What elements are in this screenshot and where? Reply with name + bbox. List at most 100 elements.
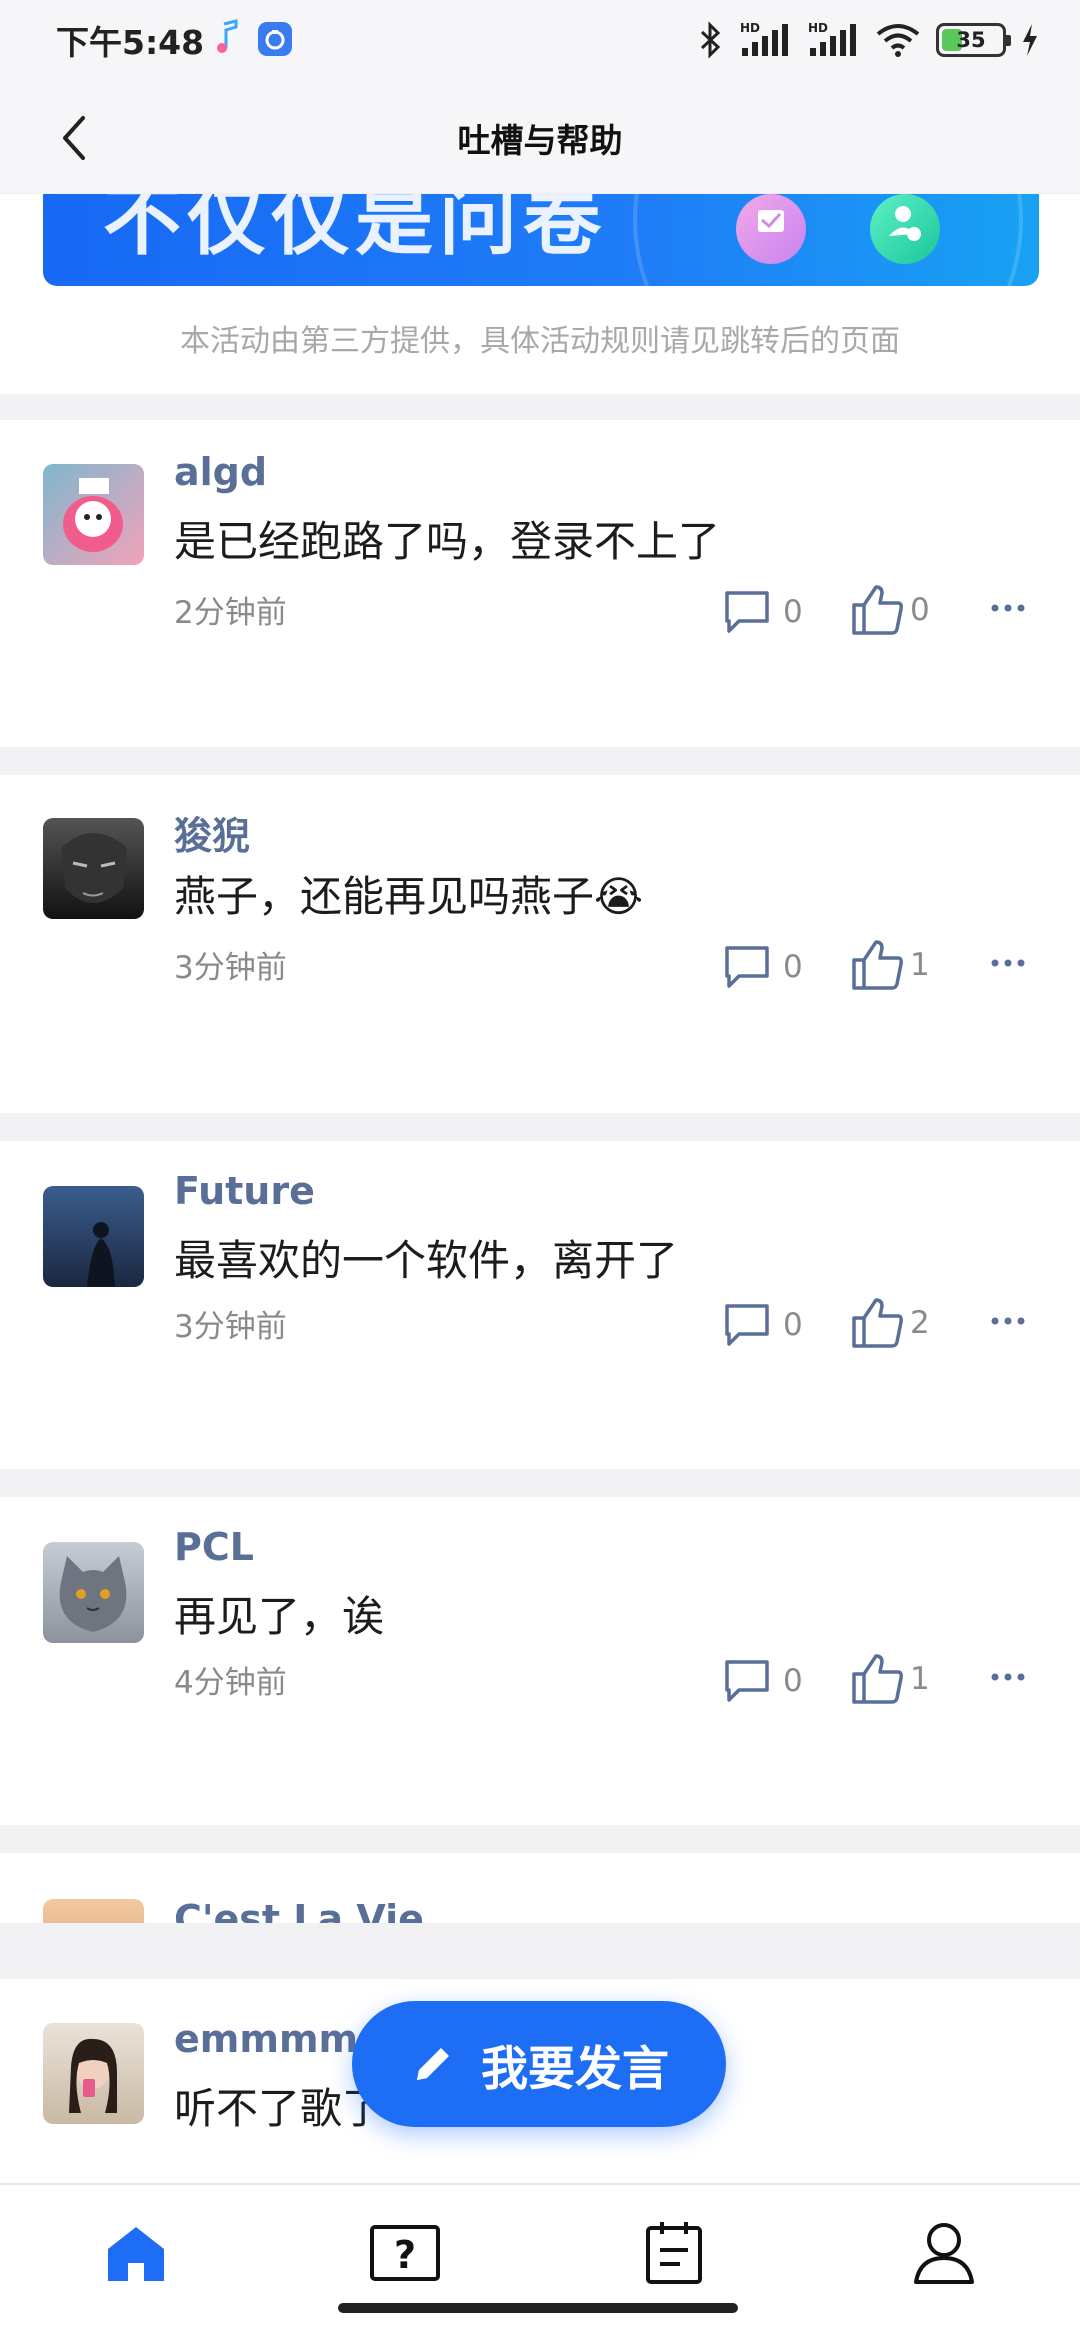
nav-help[interactable]: ? (365, 2213, 445, 2293)
battery-level: 35 (956, 28, 986, 52)
comment-icon (725, 946, 769, 988)
avatar[interactable] (43, 1899, 144, 1923)
nav-home[interactable] (96, 2213, 176, 2293)
post-item[interactable]: C'est La Vie (0, 1853, 1080, 1923)
comment-button[interactable]: 0 (723, 1655, 823, 1707)
music-note-icon (217, 19, 238, 53)
nav-profile[interactable] (904, 2213, 984, 2293)
banner-area: 不仅仅是问卷 本活动由第三方提供，具体活动规则请见跳转后的页面 (0, 194, 1080, 394)
post-content: 燕子，还能再见吗燕子😭 (174, 872, 644, 921)
banner-disclaimer: 本活动由第三方提供，具体活动规则请见跳转后的页面 (180, 324, 900, 359)
thumbs-up-icon (852, 940, 903, 990)
comment-count: 0 (783, 1663, 803, 1699)
section-divider (0, 1923, 1080, 1979)
more-dots-icon (991, 959, 1025, 967)
nav-notes[interactable] (634, 2213, 714, 2293)
post-username[interactable]: 狻猊 (174, 805, 250, 860)
comment-icon (725, 591, 769, 633)
more-options-button[interactable] (985, 1657, 1031, 1697)
more-dots-icon (991, 604, 1025, 612)
post-username[interactable]: emmmm. (174, 2017, 373, 2061)
post-item[interactable]: PCL 再见了，诶 4分钟前 0 1 (0, 1497, 1080, 1825)
svg-text:HD: HD (808, 21, 828, 35)
post-content: 再见了，诶 (174, 1592, 385, 1641)
post-item[interactable]: Future 最喜欢的一个软件，离开了 3分钟前 0 2 (0, 1141, 1080, 1469)
compose-label: 我要发言 (481, 2041, 669, 2097)
comment-count: 0 (783, 949, 803, 985)
comment-button[interactable]: 0 (723, 1299, 823, 1351)
like-count: 0 (910, 592, 930, 628)
comment-button[interactable]: 0 (723, 941, 823, 993)
post-compose-button[interactable]: 我要发言 (352, 2001, 726, 2127)
more-options-button[interactable] (985, 588, 1031, 628)
post-time: 3分钟前 (174, 1309, 287, 1345)
signal-hd-icon: HD (808, 21, 856, 56)
charging-icon (1023, 24, 1037, 56)
bottom-navigation: ? (0, 2183, 1080, 2326)
post-item[interactable]: algd 是已经跑路了吗，登录不上了 2分钟前 0 0 (0, 420, 1080, 747)
post-content: 听不了歌了 (174, 2084, 385, 2133)
promo-banner[interactable]: 不仅仅是问卷 (43, 194, 1039, 286)
post-time: 4分钟前 (174, 1665, 287, 1701)
comment-button[interactable]: 0 (723, 586, 823, 638)
more-dots-icon (991, 1673, 1025, 1681)
thumbs-up-icon (852, 1298, 903, 1348)
comment-count: 0 (783, 594, 803, 630)
thumbs-up-icon (852, 1654, 903, 1704)
post-username[interactable]: algd (174, 450, 267, 494)
section-divider (0, 747, 1080, 775)
section-divider (0, 1469, 1080, 1497)
section-divider (0, 1113, 1080, 1141)
like-count: 1 (910, 1661, 930, 1697)
post-time: 3分钟前 (174, 950, 287, 986)
avatar[interactable] (43, 1186, 144, 1287)
status-icons: HD HD 35 (698, 18, 1040, 62)
comment-icon (725, 1304, 769, 1346)
more-options-button[interactable] (985, 1301, 1031, 1341)
post-username[interactable]: Future (174, 1169, 315, 1213)
avatar[interactable] (43, 464, 144, 565)
thumbs-up-icon (852, 585, 903, 635)
crying-emoji: 😭 (594, 872, 644, 921)
post-username[interactable]: C'est La Vie (174, 1897, 424, 1923)
home-indicator[interactable] (338, 2303, 738, 2313)
bluetooth-icon (700, 21, 721, 59)
like-button[interactable]: 2 (850, 1295, 960, 1351)
banner-text: 不仅仅是问卷 (103, 194, 608, 266)
section-divider (0, 394, 1080, 420)
post-content: 最喜欢的一个软件，离开了 (174, 1236, 679, 1285)
svg-text:HD: HD (740, 21, 760, 35)
signal-hd-icon: HD (740, 21, 788, 56)
status-time: 下午5:48 (56, 23, 205, 62)
question-icon: ? (370, 2225, 440, 2281)
post-content: 是已经跑路了吗，登录不上了 (174, 517, 721, 566)
status-bar: 下午5:48 HD HD 35 (0, 0, 1080, 84)
post-item[interactable]: 狻猊 燕子，还能再见吗燕子😭 3分钟前 0 1 (0, 775, 1080, 1113)
comment-count: 0 (783, 1307, 803, 1343)
like-button[interactable]: 1 (850, 1651, 960, 1707)
battery-icon: 35 (936, 23, 1011, 57)
avatar[interactable] (43, 1542, 144, 1643)
svg-text:?: ? (394, 2233, 416, 2277)
mail-badge-icon (736, 194, 806, 264)
like-count: 2 (910, 1305, 930, 1341)
home-icon (108, 2227, 164, 2281)
profile-icon (914, 2223, 974, 2284)
wifi-icon (876, 24, 920, 57)
post-time: 2分钟前 (174, 595, 287, 631)
more-dots-icon (991, 1317, 1025, 1325)
user-verified-icon (870, 194, 940, 264)
page-title: 吐槽与帮助 (457, 121, 623, 160)
avatar[interactable] (43, 2023, 144, 2124)
comment-icon (725, 1660, 769, 1702)
pencil-icon (417, 2048, 449, 2080)
more-options-button[interactable] (985, 943, 1031, 983)
post-username[interactable]: PCL (174, 1525, 254, 1569)
app-header: 吐槽与帮助 (0, 84, 1080, 194)
banner-decoration (633, 194, 1023, 286)
like-button[interactable]: 1 (850, 937, 960, 993)
avatar[interactable] (43, 818, 144, 919)
like-button[interactable]: 0 (850, 582, 960, 638)
like-count: 1 (910, 947, 930, 983)
notes-icon (646, 2222, 702, 2284)
